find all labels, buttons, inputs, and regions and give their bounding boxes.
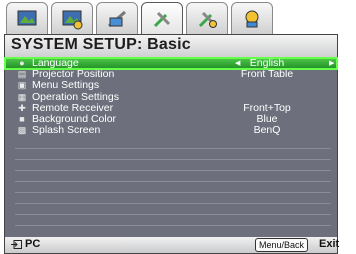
operation-icon: ▦: [17, 91, 27, 102]
empty-row-divider: [15, 148, 331, 149]
menu-item-menu-settings[interactable]: ▣ Menu Settings: [5, 80, 337, 91]
menu-list: ● Language ◀ English ▶ ▤ Projector Posit…: [4, 56, 338, 136]
info-icon: [245, 10, 259, 28]
title-bar: SYSTEM SETUP: Basic: [5, 35, 337, 57]
empty-row-divider: [15, 192, 331, 193]
empty-row-divider: [15, 225, 331, 226]
language-icon: ●: [19, 58, 25, 68]
menu-panel: SYSTEM SETUP: Basic ● Language ◀ English…: [4, 34, 340, 254]
menu-item-splash-screen[interactable]: ▩ Splash Screen BenQ: [5, 125, 337, 136]
empty-row-divider: [15, 214, 331, 215]
information-tab[interactable]: [231, 2, 273, 36]
splash-icon: ▩: [17, 125, 27, 136]
picture-tab[interactable]: [6, 2, 48, 36]
system-setup-advanced-tab[interactable]: [186, 2, 228, 36]
menu-item-value: BenQ: [253, 124, 281, 137]
osd-screen: SYSTEM SETUP: Basic ● Language ◀ English…: [0, 0, 356, 254]
menu-item-label: Operation Settings: [32, 90, 119, 103]
empty-row-divider: [15, 181, 331, 182]
picture-advanced-icon: [62, 10, 83, 30]
display-tab[interactable]: [96, 2, 138, 36]
system-setup-basic-tab[interactable]: [141, 2, 183, 36]
remote-icon: ✚: [18, 102, 26, 113]
tools-icon: [153, 11, 171, 28]
exit-label: Exit: [319, 238, 340, 250]
menu-tabs: [6, 2, 273, 36]
page-title: SYSTEM SETUP: Basic: [11, 36, 191, 53]
menu-item-label: Menu Settings: [32, 79, 100, 92]
menu-back-key[interactable]: Menu/Back: [255, 238, 309, 252]
menu-icon: ▣: [17, 80, 27, 91]
display-icon: [108, 10, 126, 28]
menu-item-value: Front Table: [240, 68, 294, 81]
tools-advanced-icon: [198, 11, 217, 28]
picture-advanced-tab[interactable]: [51, 2, 93, 36]
arrow-right-icon[interactable]: ▶: [329, 58, 334, 69]
input-source-label: PC: [25, 238, 41, 250]
empty-row-divider: [15, 170, 331, 171]
input-source-icon: [11, 240, 22, 249]
menu-item-label: Splash Screen: [32, 124, 101, 137]
status-bar: PC Menu/Back Exit: [5, 237, 340, 253]
projector-icon: ▤: [17, 69, 27, 80]
empty-row-divider: [15, 203, 331, 204]
picture-icon: [17, 10, 37, 26]
empty-row-divider: [15, 159, 331, 160]
color-icon: ■: [19, 113, 25, 124]
